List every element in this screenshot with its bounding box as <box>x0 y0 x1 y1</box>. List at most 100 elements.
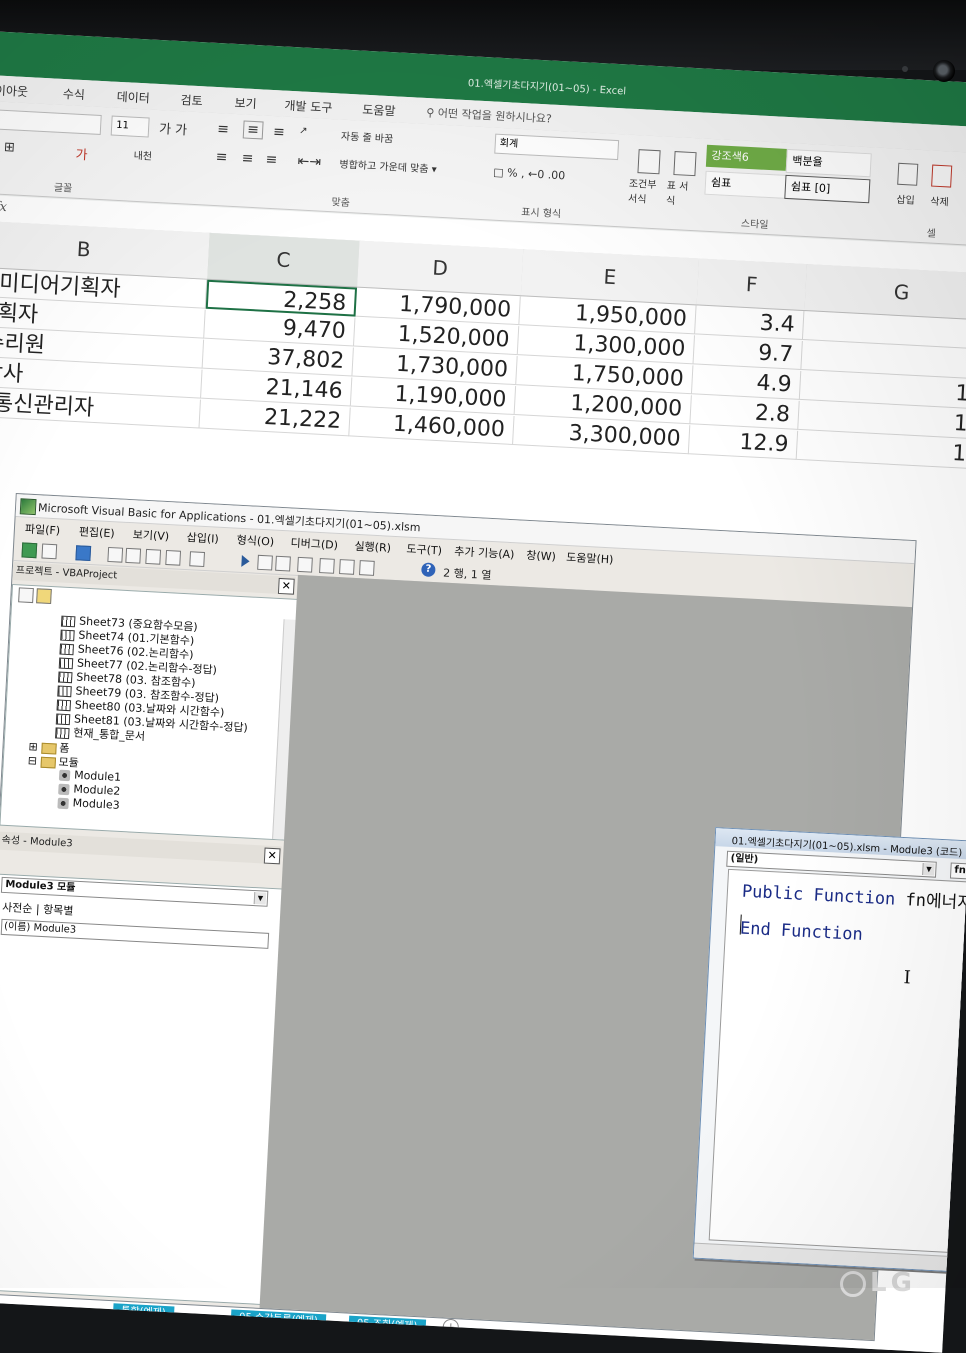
styles-group-label: 스타일 <box>740 218 769 232</box>
tell-me-search[interactable]: ⚲ 어떤 작업을 원하시나요? <box>426 104 552 127</box>
sheet-tab-3[interactable]: 05.조회(예제) <box>348 1315 426 1336</box>
lg-logo-circle <box>840 1270 866 1297</box>
font-size-box[interactable]: 11 <box>110 115 150 138</box>
folder-open-icon <box>40 756 56 768</box>
view-excel-icon[interactable] <box>21 542 38 559</box>
cell-f2[interactable]: 9.7 <box>693 335 803 370</box>
wrap-text-button[interactable]: 자동 줄 바꿈 <box>341 128 394 146</box>
orientation-icon[interactable]: ↗ <box>299 125 308 136</box>
cells-group-label: 셀 <box>926 228 937 240</box>
style-percent[interactable]: 백분율 <box>785 148 872 178</box>
break-icon[interactable] <box>257 554 273 571</box>
tree-label: Module2 <box>73 782 121 798</box>
copy-icon[interactable] <box>125 547 142 564</box>
menu-run[interactable]: 실행(R) <box>354 538 391 556</box>
properties-window: Module3 모듈 ▼ 사전순 | 항목별 (이름) Module3 <box>0 873 284 1306</box>
style-comma0[interactable]: 쉼표 [0] <box>784 174 871 204</box>
style-comma[interactable]: 쉼표 <box>704 170 791 200</box>
number-group-label: 표시 형식 <box>520 207 562 221</box>
chevron-down-icon[interactable]: ▼ <box>253 892 267 905</box>
insert-module-icon[interactable] <box>41 543 58 560</box>
cell-f5[interactable]: 12.9 <box>688 425 799 460</box>
tab-help[interactable]: 도움말 <box>362 101 396 120</box>
properties-icon[interactable] <box>339 559 355 575</box>
font-grow-icon[interactable]: 가 가 <box>159 118 188 138</box>
style-accent6[interactable]: 강조색6 <box>705 144 790 172</box>
number-format-box[interactable]: 회계 <box>494 133 620 161</box>
find-icon[interactable] <box>165 549 182 566</box>
phonetic-icon[interactable]: 내천 <box>133 147 152 163</box>
menu-debug[interactable]: 디버그(D) <box>290 534 338 552</box>
save-icon[interactable] <box>75 545 92 562</box>
code-keyword: Public Function <box>741 881 896 910</box>
merge-center-button[interactable]: 병합하고 가운데 맞춤 ▾ <box>339 156 437 176</box>
chevron-down-icon[interactable]: ▼ <box>922 863 935 876</box>
design-mode-icon[interactable] <box>297 556 313 573</box>
webcam-icon <box>933 60 955 82</box>
code-editor[interactable]: Public Function fn에너지요금(사용량) End Functio… <box>708 868 966 1262</box>
reset-icon[interactable] <box>275 555 291 572</box>
menu-view[interactable]: 보기(V) <box>132 526 169 544</box>
toggle-folders-icon[interactable] <box>36 588 52 605</box>
cell-f4[interactable]: 2.8 <box>690 395 800 430</box>
tab-page-layout[interactable]: 이아웃 <box>0 81 28 100</box>
align-bottom-icon[interactable]: ≡ <box>273 124 286 141</box>
run-icon[interactable] <box>241 554 250 568</box>
col-header-d[interactable]: D <box>357 240 525 297</box>
conditional-format-button[interactable]: 조건부 서식 <box>628 175 660 207</box>
procedure-combo-value: fn에너지요금 <box>954 864 966 879</box>
property-name-row[interactable]: (이름) Module3 <box>0 918 270 949</box>
project-explorer-icon[interactable] <box>319 558 335 574</box>
tree-module3[interactable]: Module3 <box>57 796 120 812</box>
menu-file[interactable]: 파일(F) <box>25 521 61 539</box>
workbook-icon <box>55 726 70 739</box>
module-icon <box>58 769 71 781</box>
font-color-icon[interactable]: 가 <box>75 144 88 164</box>
sheet-tab-1[interactable]: 통합(예제) <box>112 1303 175 1323</box>
border-icon[interactable]: ⊞ <box>4 140 16 156</box>
tab-data[interactable]: 데이터 <box>116 88 150 107</box>
align-center-icon[interactable]: ≡ <box>241 150 254 167</box>
add-sheet-icon[interactable]: + <box>442 1318 460 1336</box>
vba-app-icon <box>19 498 37 516</box>
properties-close-button[interactable]: ✕ <box>263 847 281 865</box>
align-left-icon[interactable]: ≡ <box>215 149 228 166</box>
percent-comma-icons[interactable]: □ % , ←0 .00 <box>493 166 566 183</box>
delete-cells-button[interactable]: 삭제 <box>930 193 949 209</box>
tab-formulas[interactable]: 수식 <box>62 85 85 103</box>
insert-cells-button[interactable]: 삽입 <box>896 191 915 207</box>
undo-icon[interactable] <box>189 551 206 567</box>
help-icon[interactable]: ? <box>421 562 436 578</box>
project-pane-title: 프로젝트 - VBAProject <box>15 565 118 582</box>
tab-review[interactable]: 검토 <box>180 91 203 109</box>
menu-help[interactable]: 도움말(H) <box>566 549 614 567</box>
code-line-3[interactable]: End Function <box>740 919 864 945</box>
insert-cells-icon <box>897 162 919 186</box>
tab-view[interactable]: 보기 <box>234 94 257 112</box>
cell-f1[interactable]: 3.4 <box>695 305 805 341</box>
menu-format[interactable]: 형식(O) <box>236 532 274 550</box>
tab-developer[interactable]: 개발 도구 <box>284 97 333 116</box>
format-table-button[interactable]: 표 서식 <box>666 177 698 209</box>
cut-icon[interactable] <box>107 546 124 563</box>
align-middle-icon[interactable]: ≡ <box>242 120 264 140</box>
menu-insert[interactable]: 삽입(I) <box>186 529 219 547</box>
view-code-icon[interactable] <box>18 587 34 604</box>
align-right-icon[interactable]: ≡ <box>265 152 278 169</box>
font-name-box[interactable] <box>0 109 102 135</box>
menu-tools[interactable]: 도구(T) <box>406 541 442 559</box>
indent-icon[interactable]: ⇤⇥ <box>297 153 321 170</box>
properties-tabs[interactable]: 사전순 | 항목별 <box>2 899 74 919</box>
project-close-button[interactable]: ✕ <box>277 577 295 595</box>
align-top-icon[interactable]: ≡ <box>217 121 230 138</box>
menu-addins[interactable]: 추가 기능(A) <box>454 543 515 562</box>
excel-window-title: 01.엑셀기초다지기(01~05) - Excel <box>467 78 627 98</box>
code-line-1[interactable]: Public Function fn에너지요금(사용량) <box>741 877 966 919</box>
object-browser-icon[interactable] <box>359 560 375 576</box>
cell-f3[interactable]: 4.9 <box>691 365 802 400</box>
menu-edit[interactable]: 편집(E) <box>78 523 115 541</box>
paste-icon[interactable] <box>145 548 162 565</box>
col-header-f[interactable]: F <box>696 258 808 312</box>
col-header-c[interactable]: C <box>207 232 361 288</box>
menu-window[interactable]: 창(W) <box>526 547 556 565</box>
